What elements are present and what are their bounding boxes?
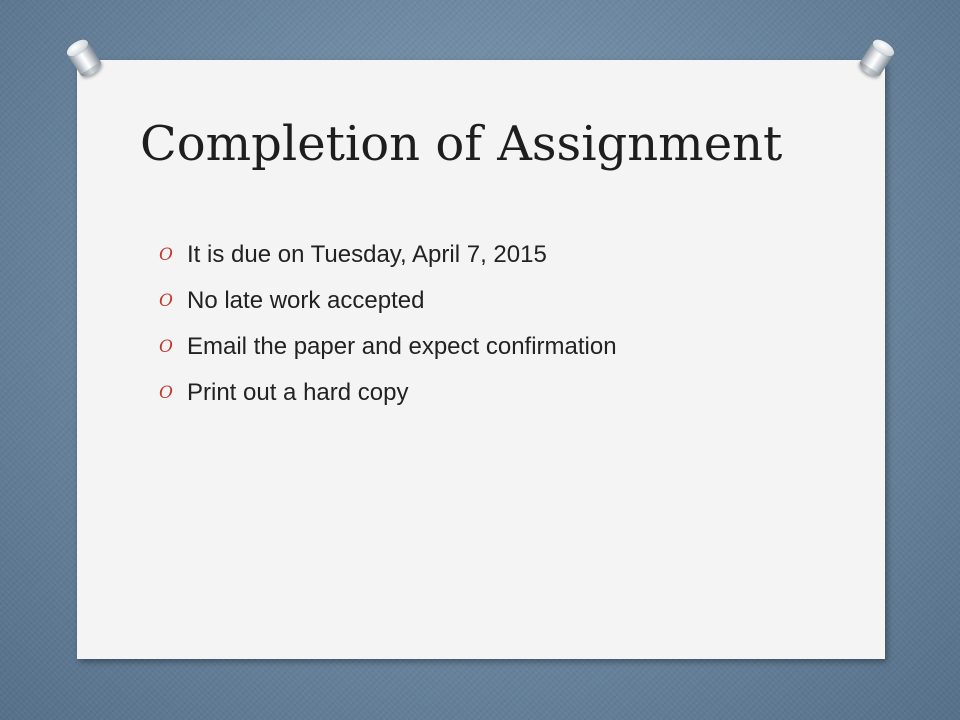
bullet-list: O It is due on Tuesday, April 7, 2015 O … — [159, 232, 617, 416]
bullet-marker-icon: O — [159, 291, 173, 311]
bullet-text: Print out a hard copy — [187, 379, 409, 406]
slide-title: Completion of Assignment — [140, 116, 783, 172]
bullet-marker-icon: O — [159, 337, 173, 357]
bullet-item: O No late work accepted — [159, 278, 617, 324]
bullet-item: O Email the paper and expect confirmatio… — [159, 324, 617, 370]
bullet-item: O Print out a hard copy — [159, 370, 617, 416]
bullet-marker-icon: O — [159, 383, 173, 403]
bullet-text: No late work accepted — [187, 287, 425, 314]
bullet-marker-icon: O — [159, 245, 173, 265]
bullet-item: O It is due on Tuesday, April 7, 2015 — [159, 232, 617, 278]
bullet-text: Email the paper and expect confirmation — [187, 333, 617, 360]
bullet-text: It is due on Tuesday, April 7, 2015 — [187, 241, 547, 268]
